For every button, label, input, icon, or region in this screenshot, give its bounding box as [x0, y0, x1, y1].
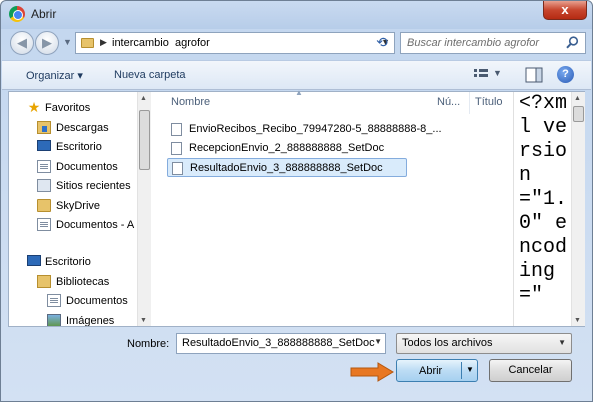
library-icon: [37, 275, 51, 288]
nav-item-label: Sitios recientes: [56, 180, 131, 192]
file-name: EnvioRecibos_Recibo_79947280-5_88888888-…: [189, 123, 442, 135]
chrome-icon: [9, 6, 25, 22]
nav-item-bibliotecas[interactable]: Bibliotecas: [9, 273, 139, 291]
nav-item-label: Documentos: [56, 161, 118, 173]
scroll-down-icon[interactable]: ▼: [574, 317, 581, 324]
content-area: ★ Favoritos Descargas Escritorio Documen…: [8, 88, 585, 327]
recent-places-icon: [37, 179, 51, 192]
file-type-value: Todos los archivos: [402, 337, 493, 349]
navigation-bar: ◀ ▶ ▼ ▶ intercambio agrofor ▼ ⟲ Buscar i…: [7, 30, 587, 56]
nav-item-sitios-recientes[interactable]: Sitios recientes: [9, 177, 139, 195]
chevron-right-icon[interactable]: ▶: [100, 37, 107, 48]
nav-item-documentos-a[interactable]: Documentos - A: [9, 216, 139, 234]
nav-item-escritorio-root[interactable]: Escritorio: [9, 253, 139, 271]
window-title: Abrir: [31, 7, 57, 21]
nav-item-imagenes[interactable]: Imágenes: [9, 312, 139, 326]
file-icon: [171, 142, 182, 155]
file-icon: [172, 162, 183, 175]
column-divider[interactable]: [469, 92, 470, 114]
scroll-up-icon[interactable]: ▲: [574, 95, 581, 102]
title-bar: Abrir x: [1, 1, 592, 27]
chevron-down-icon: ▼: [558, 338, 566, 347]
scroll-down-icon[interactable]: ▼: [140, 317, 147, 324]
document-icon: [37, 160, 51, 173]
search-box[interactable]: Buscar intercambio agrofor: [400, 32, 586, 54]
file-row[interactable]: RecepcionEnvio_2_888888888_SetDoc: [167, 139, 427, 158]
filename-value: ResultadoEnvio_3_888888888_SetDoc: [182, 337, 375, 349]
nav-scrollbar[interactable]: ▲ ▼: [137, 92, 151, 326]
nav-item-skydrive[interactable]: SkyDrive: [9, 197, 139, 215]
document-icon: [47, 294, 61, 307]
folder-icon: [81, 38, 94, 48]
preview-scrollbar[interactable]: ▲ ▼: [571, 92, 585, 326]
preview-text: <?xml version="1.0" encoding=": [519, 92, 568, 307]
file-name: RecepcionEnvio_2_888888888_SetDoc: [189, 142, 385, 154]
scroll-up-icon[interactable]: ▲: [140, 95, 147, 102]
chevron-down-icon[interactable]: ▼: [374, 337, 382, 346]
toolbar: Organizar ▾ Nueva carpeta ▼ ?: [2, 60, 591, 90]
recent-locations-dropdown-icon[interactable]: ▼: [63, 37, 72, 47]
file-list: ▲ Nombre Nú... Título EnvioRecibos_Recib…: [161, 88, 513, 326]
nav-item-label: Favoritos: [45, 102, 91, 114]
nav-item-label: Descargas: [56, 122, 109, 134]
address-bar[interactable]: ▶ intercambio agrofor ▼: [75, 32, 395, 54]
nav-item-label: Imágenes: [66, 315, 115, 326]
desktop-icon: [27, 255, 41, 266]
star-icon: ★: [27, 99, 41, 115]
nav-item-lib-documentos[interactable]: Documentos: [9, 292, 139, 310]
open-file-dialog: Abrir x ◀ ▶ ▼ ▶ intercambio agrofor ▼ ⟲ …: [0, 0, 593, 402]
new-folder-button[interactable]: Nueva carpeta: [114, 69, 186, 81]
close-button[interactable]: x: [543, 1, 587, 20]
scroll-thumb[interactable]: [573, 106, 584, 122]
back-button[interactable]: ◀: [10, 31, 34, 55]
nav-item-label: Escritorio: [45, 256, 91, 268]
chevron-down-icon: ▼: [493, 68, 502, 78]
open-button-label: Abrir: [419, 365, 443, 377]
nav-item-escritorio[interactable]: Escritorio: [9, 138, 139, 156]
downloads-folder-icon: [37, 121, 51, 134]
arrow-right-icon: [350, 362, 394, 382]
nav-item-label: Escritorio: [56, 141, 102, 153]
search-icon[interactable]: [566, 36, 579, 49]
filename-label: Nombre:: [127, 338, 170, 350]
document-icon: [37, 218, 51, 231]
sort-ascending-icon: ▲: [295, 88, 303, 97]
column-header-name[interactable]: Nombre: [171, 96, 210, 108]
nav-item-favoritos[interactable]: ★ Favoritos: [9, 99, 139, 117]
split-divider: [461, 362, 462, 379]
file-icon: [171, 123, 182, 136]
pictures-icon: [47, 314, 61, 326]
file-name: ResultadoEnvio_3_888888888_SetDoc: [190, 162, 383, 174]
nav-item-label: Documentos: [66, 295, 128, 307]
desktop-icon: [37, 140, 51, 151]
change-view-button[interactable]: ▼: [474, 67, 506, 85]
nav-item-label: SkyDrive: [56, 200, 101, 212]
column-header-title[interactable]: Título: [475, 96, 503, 108]
cancel-button[interactable]: Cancelar: [489, 359, 572, 382]
nav-item-documentos[interactable]: Documentos: [9, 158, 139, 176]
filename-input[interactable]: ResultadoEnvio_3_888888888_SetDoc ▼: [176, 333, 386, 354]
preview-pane-icon[interactable]: [525, 67, 543, 83]
navigation-pane: ★ Favoritos Descargas Escritorio Documen…: [9, 92, 152, 326]
column-header-number[interactable]: Nú...: [437, 96, 460, 108]
folder-icon: [37, 199, 51, 212]
nav-item-descargas[interactable]: Descargas: [9, 119, 139, 137]
file-type-select[interactable]: Todos los archivos ▼: [396, 333, 572, 354]
view-list-icon: [474, 69, 488, 77]
preview-pane: <?xml version="1.0" encoding=": [513, 92, 571, 326]
search-placeholder: Buscar intercambio agrofor: [407, 37, 540, 49]
nav-item-label: Documentos - A: [56, 219, 135, 231]
organize-button[interactable]: Organizar ▾: [26, 69, 83, 82]
help-button[interactable]: ?: [557, 66, 574, 83]
scroll-thumb[interactable]: [139, 110, 150, 170]
file-row[interactable]: EnvioRecibos_Recibo_79947280-5_88888888-…: [167, 120, 442, 139]
file-row-selected[interactable]: ResultadoEnvio_3_888888888_SetDoc: [167, 158, 407, 177]
breadcrumb-segment[interactable]: intercambio agrofor: [112, 37, 210, 49]
chevron-down-icon[interactable]: ▼: [466, 365, 474, 374]
forward-button[interactable]: ▶: [35, 31, 59, 55]
nav-item-label: Bibliotecas: [56, 276, 110, 288]
refresh-button[interactable]: ⟲: [371, 33, 393, 51]
open-button[interactable]: Abrir ▼: [396, 359, 478, 382]
